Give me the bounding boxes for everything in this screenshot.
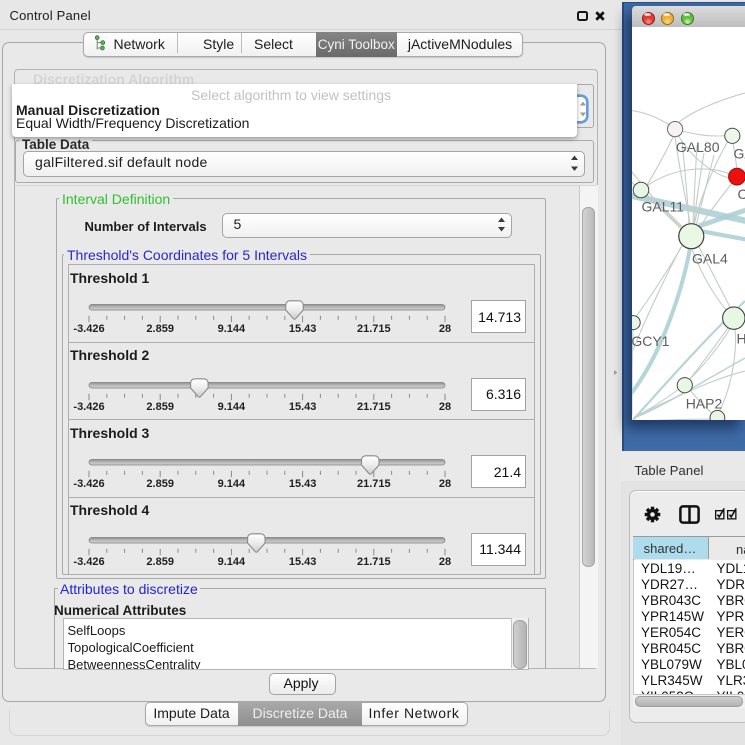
svg-text:28: 28 xyxy=(439,478,451,490)
svg-text:HAP2: HAP2 xyxy=(686,396,723,412)
svg-text:-3.426: -3.426 xyxy=(73,556,104,568)
svg-text:2.859: 2.859 xyxy=(146,401,174,413)
svg-text:-3.426: -3.426 xyxy=(73,401,104,413)
svg-text:28: 28 xyxy=(439,401,451,413)
svg-text:2.859: 2.859 xyxy=(146,323,174,335)
svg-text:9.144: 9.144 xyxy=(218,478,246,490)
svg-text:21.715: 21.715 xyxy=(357,401,391,413)
svg-text:9.144: 9.144 xyxy=(218,323,246,335)
svg-text:GAL4: GAL4 xyxy=(692,250,728,266)
svg-text:21.715: 21.715 xyxy=(357,478,391,490)
svg-text:15.43: 15.43 xyxy=(289,323,317,335)
svg-text:GCY1: GCY1 xyxy=(632,333,670,349)
svg-text:2.859: 2.859 xyxy=(146,556,174,568)
svg-text:21.715: 21.715 xyxy=(357,323,391,335)
svg-text:GAL11: GAL11 xyxy=(642,199,685,215)
svg-text:C: C xyxy=(738,186,745,202)
svg-text:-3.426: -3.426 xyxy=(73,323,104,335)
svg-text:GA: GA xyxy=(734,145,745,161)
svg-text:28: 28 xyxy=(439,556,451,568)
svg-text:15.43: 15.43 xyxy=(289,401,317,413)
svg-text:9.144: 9.144 xyxy=(218,401,246,413)
svg-text:21.715: 21.715 xyxy=(357,556,391,568)
svg-text:2.859: 2.859 xyxy=(146,478,174,490)
svg-text:28: 28 xyxy=(439,323,451,335)
svg-text:15.43: 15.43 xyxy=(289,478,317,490)
svg-text:-3.426: -3.426 xyxy=(73,478,104,490)
svg-text:9.144: 9.144 xyxy=(218,556,246,568)
svg-text:15.43: 15.43 xyxy=(289,556,317,568)
svg-text:GAL80: GAL80 xyxy=(676,139,720,155)
svg-text:H: H xyxy=(737,331,745,347)
